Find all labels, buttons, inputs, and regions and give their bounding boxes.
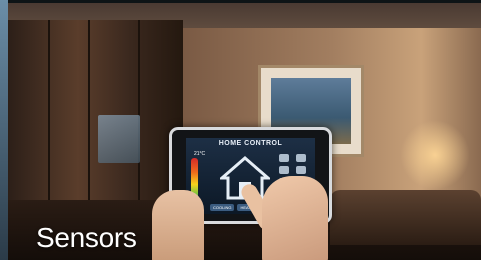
camera-icon — [296, 166, 306, 174]
wardrobe — [8, 20, 183, 210]
wardrobe-door-line — [88, 20, 90, 210]
caption-title: Sensors — [36, 222, 137, 253]
lock-icon — [279, 154, 289, 162]
light-icon — [296, 154, 306, 162]
hero-image: HOME CONTROL 21°C COOLING HEAT Sensors — [0, 0, 481, 260]
left-edge-strip — [0, 0, 8, 260]
right-hand — [262, 176, 328, 260]
mirror — [98, 115, 140, 163]
temperature-readout: 21°C — [194, 151, 206, 157]
sofa — [330, 190, 481, 245]
wardrobe-door-line — [48, 20, 50, 210]
screen-title: HOME CONTROL — [218, 140, 283, 147]
left-hand — [152, 190, 204, 260]
lamp-glow — [400, 120, 470, 190]
tab-cooling: COOLING — [210, 204, 235, 211]
wifi-icon — [279, 166, 289, 174]
